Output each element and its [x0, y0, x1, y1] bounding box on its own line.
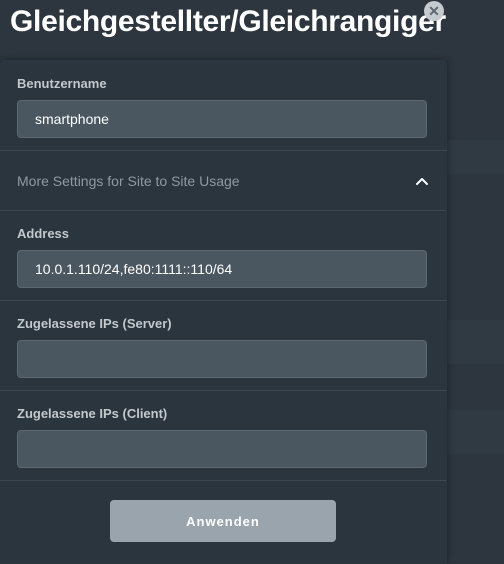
allowed-ips-server-label: Zugelassene IPs (Server) — [17, 316, 172, 331]
allowed-ips-server-section: Zugelassene IPs (Server) — [0, 301, 447, 391]
close-icon[interactable]: ✕ — [424, 1, 444, 21]
peer-settings-panel: Benutzername More Settings for Site to S… — [0, 60, 447, 564]
modal-title: Gleichgestellter/Gleichrangiger — [10, 5, 446, 38]
username-section: Benutzername — [0, 60, 447, 151]
address-section: Address — [0, 211, 447, 301]
allowed-ips-client-section: Zugelassene IPs (Client) — [0, 391, 447, 481]
address-label: Address — [17, 226, 70, 241]
allowed-ips-client-label: Zugelassene IPs (Client) — [17, 406, 168, 421]
allowed-ips-server-input[interactable] — [17, 340, 427, 378]
more-settings-label: More Settings for Site to Site Usage — [17, 173, 240, 189]
allowed-ips-client-input[interactable] — [17, 430, 427, 468]
chevron-up-icon[interactable] — [414, 173, 430, 189]
username-input[interactable] — [17, 100, 427, 138]
username-label: Benutzername — [17, 76, 107, 91]
address-input[interactable] — [17, 250, 427, 288]
apply-button[interactable]: Anwenden — [110, 500, 336, 542]
more-settings-toggle[interactable]: More Settings for Site to Site Usage — [0, 151, 447, 211]
